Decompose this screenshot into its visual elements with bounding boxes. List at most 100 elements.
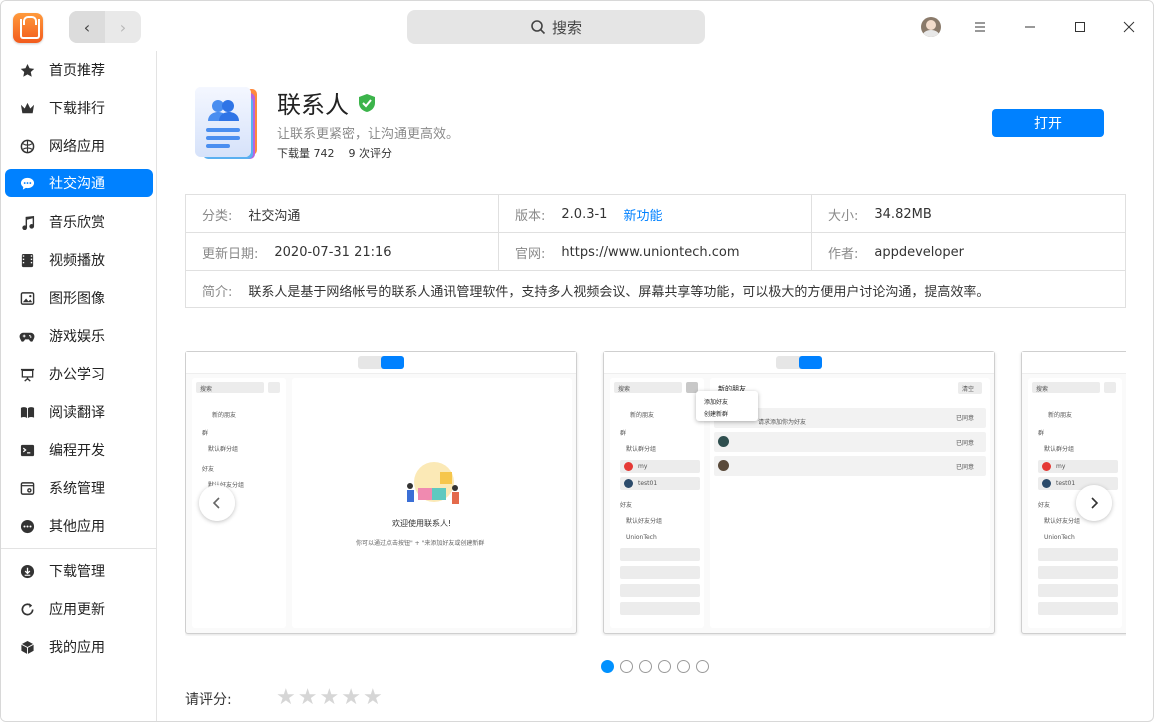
sidebar-item-my-apps[interactable]: 我的应用 bbox=[5, 633, 153, 661]
sidebar-item-updates[interactable]: 应用更新 bbox=[5, 595, 153, 623]
carousel-dot[interactable] bbox=[677, 660, 690, 673]
rating-count: 9 次评分 bbox=[348, 147, 393, 160]
sidebar-item-label: 编程开发 bbox=[49, 443, 105, 459]
sidebar-item-label: 阅读翻译 bbox=[49, 405, 105, 421]
star-icon[interactable]: ★ bbox=[363, 685, 383, 710]
screenshot-content: 欢迎使用联系人! 你可以通过点击按钮" + "来添加好友或创建新群 bbox=[292, 378, 572, 628]
carousel-next-button[interactable] bbox=[1076, 485, 1112, 521]
sidebar-item-label: 应用更新 bbox=[49, 602, 105, 618]
version-label: 版本: bbox=[515, 208, 546, 224]
screenshot-text: 搜索 bbox=[1036, 386, 1049, 393]
menu-button[interactable] bbox=[968, 15, 992, 39]
sidebar-item-label: 首页推荐 bbox=[49, 63, 105, 79]
screenshot-text: 新的朋友 bbox=[630, 412, 655, 419]
sidebar-item-network[interactable]: 网络应用 bbox=[5, 132, 153, 160]
sidebar-item-download-manager[interactable]: 下载管理 bbox=[5, 557, 153, 585]
rating-stars[interactable]: ★ ★ ★ ★ ★ bbox=[276, 685, 383, 710]
back-button[interactable]: ‹ bbox=[69, 11, 105, 43]
maximize-button[interactable] bbox=[1068, 15, 1092, 39]
screenshot-text: 群 bbox=[202, 430, 209, 437]
screenshot-sidebar: 搜索 新的朋友 群 默认群分组 my test01 好友 默认好友分组 Unio… bbox=[610, 378, 704, 628]
screenshot-1[interactable]: 搜索 新的朋友 群 默认群分组 好友 默认好友分组 欢迎使用联系人! 你可以通过… bbox=[185, 351, 577, 634]
carousel-pagination bbox=[601, 660, 709, 673]
close-icon bbox=[1123, 21, 1135, 33]
search-box[interactable]: 搜索 bbox=[407, 10, 705, 44]
screenshot-welcome: 欢迎使用联系人! bbox=[392, 519, 452, 528]
search-icon bbox=[531, 20, 546, 35]
screenshot-text: 默认好友分组 bbox=[1044, 518, 1081, 525]
sidebar-item-other[interactable]: 其他应用 bbox=[5, 512, 153, 540]
category-cell: 分类: 社交沟通 bbox=[186, 195, 498, 233]
sidebar-item-label: 其他应用 bbox=[49, 519, 105, 535]
image-icon bbox=[19, 290, 35, 306]
search-label: 搜索 bbox=[551, 18, 582, 37]
sidebar-item-graphics[interactable]: 图形图像 bbox=[5, 284, 153, 312]
app-store-logo-icon bbox=[13, 13, 43, 43]
carousel-dot[interactable] bbox=[639, 660, 652, 673]
music-icon bbox=[19, 214, 35, 230]
screenshot-3[interactable]: 搜索 新的朋友 群 默认群分组 my test01 好友 默认好友分组 Unio… bbox=[1021, 351, 1126, 634]
presentation-icon bbox=[19, 366, 35, 382]
screenshot-text: 默认好友分组 bbox=[626, 518, 663, 525]
star-icon bbox=[19, 62, 35, 78]
new-features-link[interactable]: 新功能 bbox=[623, 205, 662, 224]
forward-button[interactable]: › bbox=[105, 11, 141, 43]
sidebar-item-games[interactable]: 游戏娱乐 bbox=[5, 322, 153, 350]
carousel-dot[interactable] bbox=[696, 660, 709, 673]
sidebar-item-label: 下载排行 bbox=[49, 101, 105, 117]
star-icon[interactable]: ★ bbox=[276, 685, 296, 710]
screenshot-titlebar bbox=[186, 352, 576, 374]
screenshot-text: 请求添加你为好友 bbox=[758, 419, 807, 426]
star-icon[interactable]: ★ bbox=[319, 685, 339, 710]
title-bar: ‹ › 搜索 bbox=[1, 1, 1153, 51]
app-name: 联系人 bbox=[277, 91, 349, 119]
screenshot-text: 搜索 bbox=[200, 386, 213, 393]
open-button[interactable]: 打开 bbox=[992, 109, 1104, 137]
sidebar-divider bbox=[1, 548, 156, 549]
sidebar-item-ranking[interactable]: 下载排行 bbox=[5, 94, 153, 122]
screenshot-text: my bbox=[1056, 463, 1066, 470]
sidebar-item-label: 图形图像 bbox=[49, 291, 105, 307]
minimize-button[interactable] bbox=[1018, 15, 1042, 39]
info-row: 更新日期: 2020-07-31 21:16 官网: https://www.u… bbox=[186, 233, 1125, 271]
star-icon[interactable]: ★ bbox=[341, 685, 361, 710]
contacts-app-icon bbox=[195, 87, 257, 159]
screenshot-text: 清空 bbox=[962, 386, 975, 393]
carousel-prev-button[interactable] bbox=[199, 485, 235, 521]
gamepad-icon bbox=[19, 328, 35, 344]
sidebar-item-home[interactable]: 首页推荐 bbox=[5, 56, 153, 84]
sidebar-item-music[interactable]: 音乐欣赏 bbox=[5, 208, 153, 236]
download-icon bbox=[19, 563, 35, 579]
maximize-icon bbox=[1075, 22, 1085, 32]
sidebar-item-office[interactable]: 办公学习 bbox=[5, 360, 153, 388]
sidebar-item-label: 游戏娱乐 bbox=[49, 329, 105, 345]
website-value[interactable]: https://www.uniontech.com bbox=[561, 245, 739, 260]
sidebar-item-system[interactable]: 系统管理 bbox=[5, 474, 153, 502]
sidebar-item-development[interactable]: 编程开发 bbox=[5, 436, 153, 464]
screenshot-text: 创建新群 bbox=[704, 411, 729, 418]
carousel-dot[interactable] bbox=[658, 660, 671, 673]
star-icon[interactable]: ★ bbox=[298, 685, 318, 710]
close-button[interactable] bbox=[1117, 15, 1141, 39]
sidebar-item-reading[interactable]: 阅读翻译 bbox=[5, 398, 153, 426]
verified-shield-icon bbox=[359, 93, 375, 112]
size-cell: 大小: 34.82MB bbox=[811, 195, 1125, 233]
app-title: 联系人 bbox=[277, 85, 377, 120]
screenshot-text: 新的朋友 bbox=[1048, 412, 1073, 419]
carousel-dot[interactable] bbox=[601, 660, 614, 673]
carousel-dot[interactable] bbox=[620, 660, 633, 673]
sidebar-item-label: 系统管理 bbox=[49, 481, 105, 497]
intro-cell: 简介: 联系人是基于网络帐号的联系人通讯管理软件，支持多人视频会议、屏幕共享等功… bbox=[186, 271, 1125, 309]
sidebar-item-social[interactable]: 社交沟通 bbox=[5, 169, 153, 197]
navigation-buttons: ‹ › bbox=[69, 11, 141, 43]
website-label: 官网: bbox=[515, 246, 546, 262]
sidebar-item-label: 视频播放 bbox=[49, 253, 105, 269]
sidebar-item-video[interactable]: 视频播放 bbox=[5, 246, 153, 274]
screenshot-text: my bbox=[638, 463, 648, 470]
screenshot-text: 已同意 bbox=[956, 464, 975, 471]
user-avatar[interactable] bbox=[921, 17, 941, 37]
screenshot-2[interactable]: 搜索 新的朋友 群 默认群分组 my test01 好友 默认好友分组 Unio… bbox=[603, 351, 995, 634]
info-row: 分类: 社交沟通 版本: 2.0.3-1 新功能 大小: 34.82MB bbox=[186, 195, 1125, 233]
app-stats: 下载量 742 9 次评分 bbox=[277, 145, 392, 161]
more-icon bbox=[19, 518, 35, 534]
